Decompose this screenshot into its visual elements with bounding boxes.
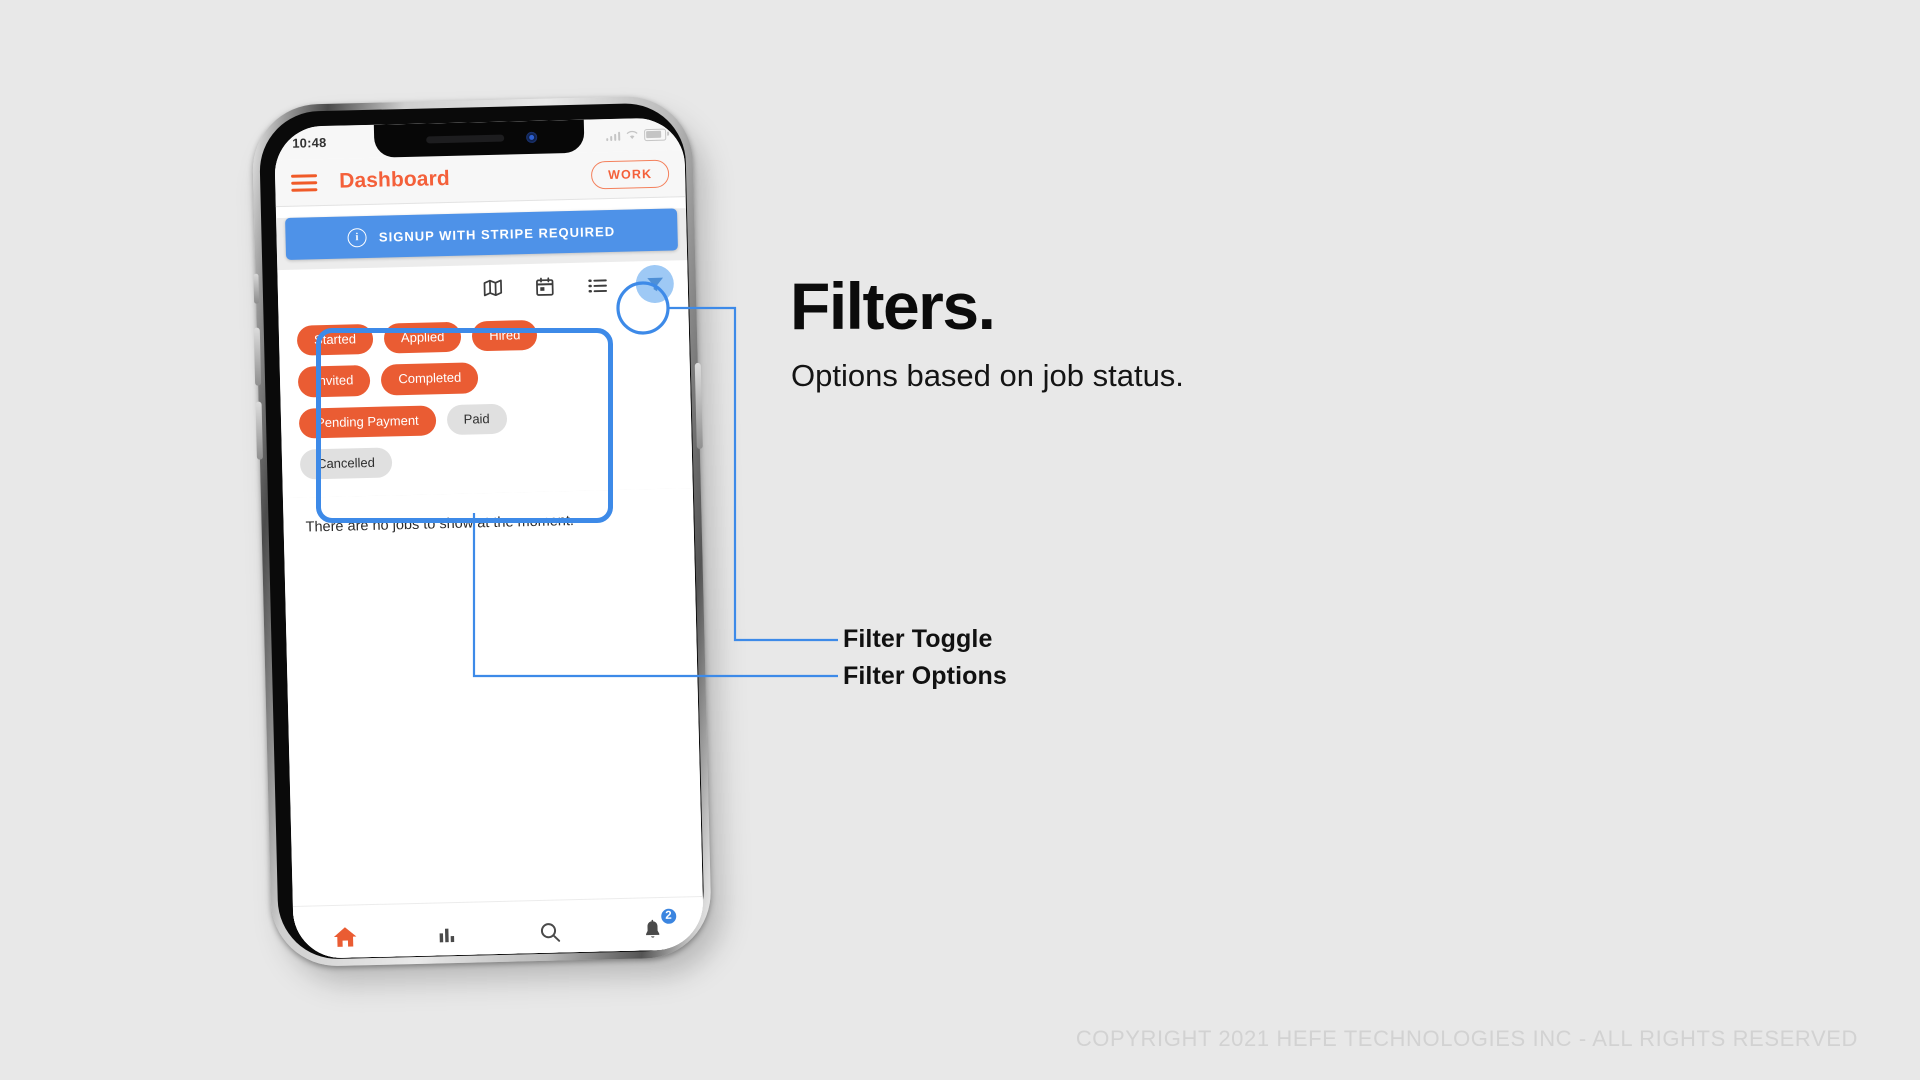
home-icon bbox=[333, 927, 357, 947]
callout-label-filter-options: Filter Options bbox=[843, 662, 1007, 690]
chip-row: Cancelled bbox=[299, 440, 677, 480]
filter-chip-applied[interactable]: Applied bbox=[383, 321, 462, 354]
volume-up-button[interactable] bbox=[253, 327, 262, 386]
wifi-icon bbox=[626, 130, 638, 139]
volume-down-button[interactable] bbox=[255, 401, 263, 460]
stripe-banner-text: SIGNUP WITH STRIPE REQUIRED bbox=[378, 223, 616, 245]
filter-chip-started[interactable]: Started bbox=[296, 323, 374, 356]
filter-chip-hired[interactable]: Hired bbox=[471, 319, 538, 352]
chip-row: Started Applied Hired bbox=[296, 317, 674, 356]
phone-screen: 10:48 Dashboard WORK i SIGNUP WITH STRIP… bbox=[273, 117, 705, 959]
filter-chip-cancelled[interactable]: Cancelled bbox=[299, 447, 393, 480]
stripe-signup-banner[interactable]: i SIGNUP WITH STRIPE REQUIRED bbox=[285, 208, 678, 260]
filter-chip-invited[interactable]: Invited bbox=[297, 365, 371, 398]
calendar-icon[interactable] bbox=[532, 273, 559, 300]
slide-subhead: Options based on job status. bbox=[791, 358, 1184, 393]
filter-chip-pending-payment[interactable]: Pending Payment bbox=[298, 404, 437, 439]
filter-chip-completed[interactable]: Completed bbox=[381, 362, 479, 396]
status-icons bbox=[605, 128, 667, 141]
nav-notifications[interactable]: 2 bbox=[626, 906, 679, 950]
map-icon[interactable] bbox=[480, 275, 507, 302]
info-icon: i bbox=[347, 227, 368, 247]
bar-chart-icon bbox=[439, 928, 454, 942]
filter-chip-paid[interactable]: Paid bbox=[446, 403, 508, 435]
callout-label-filter-toggle: Filter Toggle bbox=[843, 625, 993, 653]
empty-state-message: There are no jobs to show at the moment. bbox=[282, 488, 705, 959]
notification-badge: 2 bbox=[658, 906, 679, 926]
nav-search[interactable] bbox=[523, 912, 576, 953]
signal-icon bbox=[605, 130, 621, 141]
copyright-notice: COPYRIGHT 2021 HEFE TECHNOLOGIES INC - A… bbox=[1075, 1026, 1858, 1051]
chip-row: Pending Payment Paid bbox=[298, 399, 676, 439]
page-title: Dashboard bbox=[338, 166, 451, 193]
front-camera bbox=[526, 131, 538, 144]
filter-options-group: Started Applied Hired Invited Completed … bbox=[278, 304, 692, 496]
work-toggle-button[interactable]: WORK bbox=[590, 159, 670, 190]
nav-home[interactable] bbox=[318, 917, 371, 958]
app-body: i SIGNUP WITH STRIPE REQUIRED Started Ap… bbox=[276, 208, 705, 959]
battery-icon bbox=[643, 128, 667, 141]
search-icon bbox=[540, 923, 560, 942]
earpiece-speaker bbox=[426, 134, 505, 144]
chip-row: Invited Completed bbox=[297, 358, 675, 398]
phone-frame: 10:48 Dashboard WORK i SIGNUP WITH STRIP… bbox=[251, 95, 713, 968]
notch bbox=[373, 119, 585, 158]
filter-toggle-button[interactable] bbox=[635, 264, 675, 304]
phone-bezel: 10:48 Dashboard WORK i SIGNUP WITH STRIP… bbox=[258, 102, 706, 961]
slide-canvas: 10:48 Dashboard WORK i SIGNUP WITH STRIP… bbox=[0, 0, 1920, 1080]
silent-switch[interactable] bbox=[253, 273, 260, 304]
app-header: Dashboard WORK bbox=[274, 150, 686, 208]
list-icon[interactable] bbox=[583, 272, 610, 299]
nav-stats[interactable] bbox=[421, 914, 474, 955]
filters-panel: Started Applied Hired Invited Completed … bbox=[277, 260, 693, 499]
filter-icon bbox=[646, 277, 663, 291]
hamburger-icon[interactable] bbox=[291, 170, 318, 196]
status-time: 10:48 bbox=[292, 134, 327, 151]
slide-headline: Filters. bbox=[790, 269, 996, 343]
phone-mockup: 10:48 Dashboard WORK i SIGNUP WITH STRIP… bbox=[251, 95, 732, 986]
bottom-navigation: 2 bbox=[292, 895, 705, 959]
